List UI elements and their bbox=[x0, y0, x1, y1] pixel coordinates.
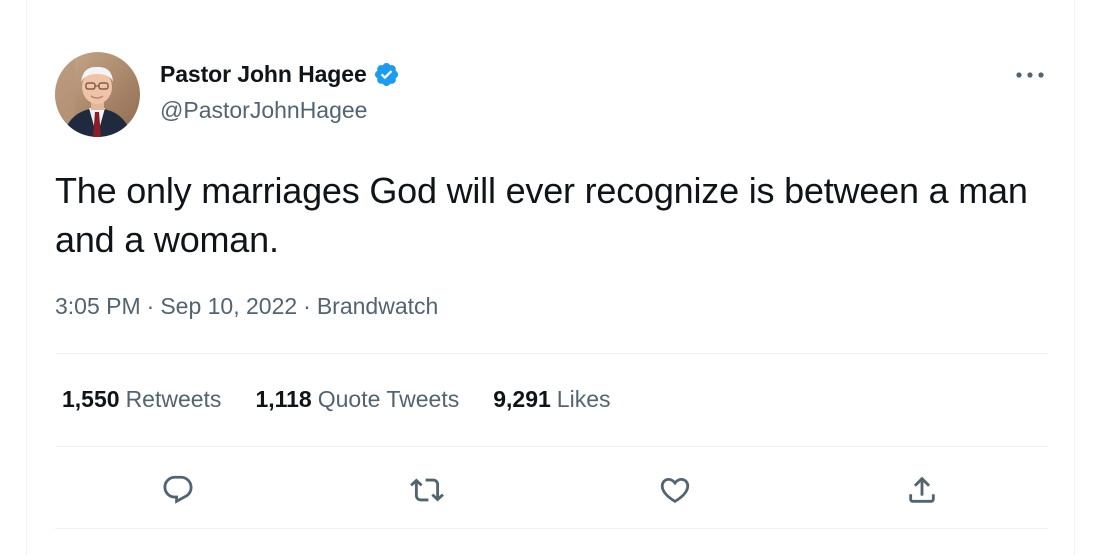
meta-separator: · bbox=[146, 293, 155, 319]
divider bbox=[55, 528, 1048, 529]
quote-tweets-stat[interactable]: 1,118 Quote Tweets bbox=[255, 386, 459, 413]
tweet-time[interactable]: 3:05 PM bbox=[55, 293, 141, 320]
tweet-meta: 3:05 PM · Sep 10, 2022 · Brandwatch bbox=[55, 293, 438, 320]
like-button[interactable] bbox=[653, 468, 697, 512]
divider bbox=[55, 353, 1048, 354]
quote-tweets-count: 1,118 bbox=[255, 386, 312, 412]
share-upload-icon bbox=[909, 476, 935, 503]
speech-bubble-icon bbox=[163, 475, 193, 504]
retweet-arrows-icon bbox=[410, 478, 444, 502]
author-handle[interactable]: @PastorJohnHagee bbox=[160, 97, 367, 124]
retweets-label: Retweets bbox=[125, 386, 222, 412]
likes-label: Likes bbox=[556, 386, 611, 412]
tweet-source[interactable]: Brandwatch bbox=[317, 293, 438, 320]
likes-count: 9,291 bbox=[493, 386, 551, 412]
avatar[interactable] bbox=[55, 52, 140, 137]
author-name-row[interactable]: Pastor John Hagee bbox=[160, 61, 400, 88]
tweet-text: The only marriages God will ever recogni… bbox=[55, 170, 1028, 260]
quote-tweets-label: Quote Tweets bbox=[317, 386, 460, 412]
tweet-actions bbox=[0, 468, 1101, 512]
share-button[interactable] bbox=[900, 468, 944, 512]
divider bbox=[55, 446, 1048, 447]
retweets-count: 1,550 bbox=[62, 386, 120, 412]
tweet-date[interactable]: Sep 10, 2022 bbox=[160, 293, 297, 320]
tweet-card: Pastor John Hagee @PastorJohnHagee The o… bbox=[0, 0, 1101, 555]
stats-row: 1,550 Retweets 1,118 Quote Tweets 9,291 Lik… bbox=[62, 386, 611, 413]
meta-separator: · bbox=[303, 293, 311, 319]
author-name[interactable]: Pastor John Hagee bbox=[160, 61, 367, 88]
likes-stat[interactable]: 9,291 Likes bbox=[493, 386, 610, 413]
reply-button[interactable] bbox=[156, 468, 200, 512]
retweet-button[interactable] bbox=[405, 468, 449, 512]
heart-icon bbox=[660, 477, 690, 503]
verified-badge-icon bbox=[373, 61, 400, 88]
more-options-button[interactable] bbox=[1012, 61, 1048, 89]
more-dots-icon bbox=[1016, 72, 1044, 78]
retweets-stat[interactable]: 1,550 Retweets bbox=[62, 386, 221, 413]
